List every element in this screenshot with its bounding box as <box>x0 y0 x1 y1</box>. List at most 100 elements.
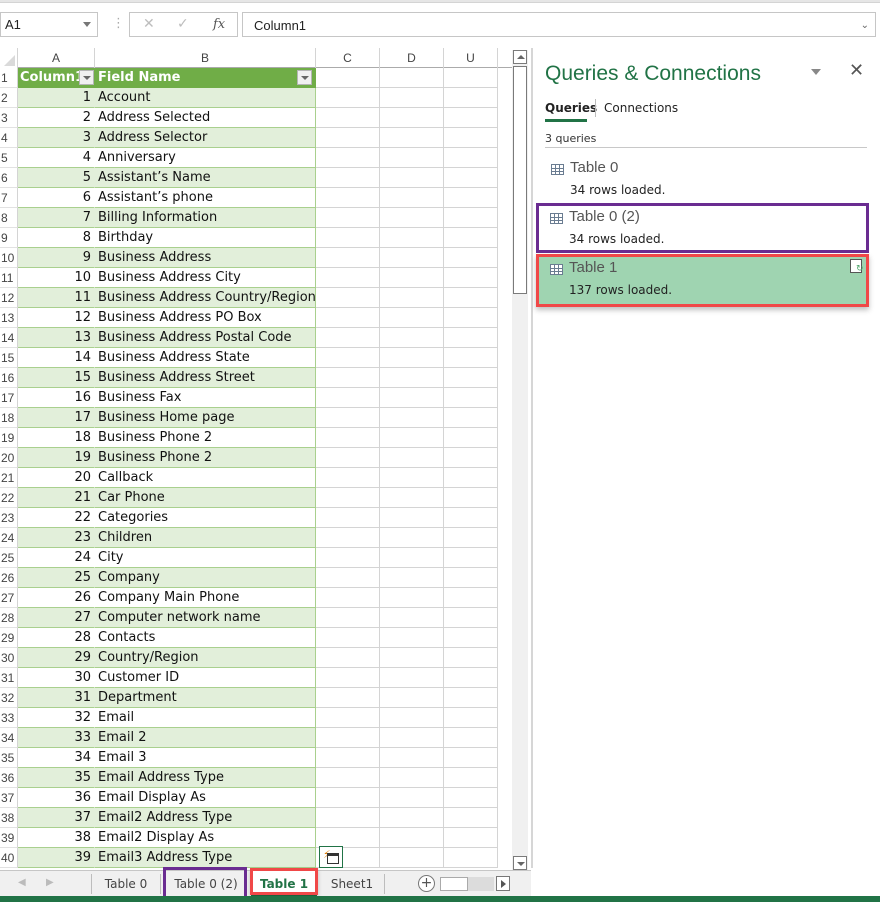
insert-function-icon[interactable]: fx <box>213 17 225 32</box>
cell-c[interactable] <box>316 808 380 828</box>
cell-field-name[interactable]: Business Fax <box>95 388 316 408</box>
cell-u[interactable] <box>444 448 498 468</box>
cell-field-name[interactable]: Business Address Street <box>95 368 316 388</box>
cell-field-name[interactable]: Email 3 <box>95 748 316 768</box>
row-number[interactable]: 12 <box>0 288 18 308</box>
cell-column1[interactable]: 16 <box>18 388 95 408</box>
cell-c[interactable] <box>316 628 380 648</box>
cell-column1[interactable]: 31 <box>18 688 95 708</box>
cell-c[interactable] <box>316 788 380 808</box>
cell-column1[interactable]: 2 <box>18 108 95 128</box>
cancel-icon[interactable]: ✕ <box>143 16 155 32</box>
cell-column1[interactable]: 6 <box>18 188 95 208</box>
cell-d[interactable] <box>380 668 444 688</box>
cell-d[interactable] <box>380 388 444 408</box>
cell-d[interactable] <box>380 308 444 328</box>
row-number[interactable]: 36 <box>0 768 18 788</box>
cell-u[interactable] <box>444 748 498 768</box>
cell-field-name[interactable]: Car Phone <box>95 488 316 508</box>
cell-field-name[interactable]: Email2 Address Type <box>95 808 316 828</box>
cell-d[interactable] <box>380 168 444 188</box>
cell-column1[interactable]: 9 <box>18 248 95 268</box>
cell-d[interactable] <box>380 848 444 868</box>
close-icon[interactable]: ✕ <box>849 60 864 81</box>
cell-field-name[interactable]: Anniversary <box>95 148 316 168</box>
cell-d[interactable] <box>380 688 444 708</box>
cell-d[interactable] <box>380 788 444 808</box>
cell-u[interactable] <box>444 588 498 608</box>
cell-field-name[interactable]: Children <box>95 528 316 548</box>
cell-u[interactable] <box>444 128 498 148</box>
cell-c[interactable] <box>316 108 380 128</box>
row-number[interactable]: 22 <box>0 488 18 508</box>
cell-u[interactable] <box>444 828 498 848</box>
column-header-c[interactable]: C <box>316 48 380 68</box>
cell-column1[interactable]: 23 <box>18 528 95 548</box>
cell-u[interactable] <box>444 548 498 568</box>
scroll-up-button[interactable] <box>513 50 527 64</box>
cell-c[interactable] <box>316 588 380 608</box>
row-number[interactable]: 31 <box>0 668 18 688</box>
cell-u[interactable] <box>444 428 498 448</box>
column-header-d[interactable]: D <box>380 48 444 68</box>
cell-column1[interactable]: 37 <box>18 808 95 828</box>
cell-c[interactable] <box>316 68 380 88</box>
cell-u[interactable] <box>444 388 498 408</box>
cell-c[interactable] <box>316 268 380 288</box>
row-number[interactable]: 11 <box>0 268 18 288</box>
cell-column1[interactable]: 35 <box>18 768 95 788</box>
cell-d[interactable] <box>380 528 444 548</box>
cell-d[interactable] <box>380 768 444 788</box>
cell-field-name[interactable]: Assistant’s Name <box>95 168 316 188</box>
cell-c[interactable] <box>316 828 380 848</box>
cell-d[interactable] <box>380 808 444 828</box>
cell-u[interactable] <box>444 248 498 268</box>
cell-c[interactable] <box>316 528 380 548</box>
row-number[interactable]: 3 <box>0 108 18 128</box>
query-item-selected[interactable]: Table 1 137 rows loaded. <box>536 254 869 307</box>
table-header-field-name[interactable]: Field Name <box>95 68 316 88</box>
cell-field-name[interactable]: Customer ID <box>95 668 316 688</box>
row-number[interactable]: 5 <box>0 148 18 168</box>
cell-c[interactable] <box>316 488 380 508</box>
cell-field-name[interactable]: Billing Information <box>95 208 316 228</box>
cell-column1[interactable]: 22 <box>18 508 95 528</box>
sheet-tab-table-0-2[interactable]: Table 0 (2) <box>164 871 248 897</box>
cell-d[interactable] <box>380 428 444 448</box>
row-number[interactable]: 13 <box>0 308 18 328</box>
cell-u[interactable] <box>444 808 498 828</box>
row-number[interactable]: 17 <box>0 388 18 408</box>
name-box[interactable]: A1 <box>0 12 98 37</box>
cell-d[interactable] <box>380 508 444 528</box>
cell-field-name[interactable]: Contacts <box>95 628 316 648</box>
cell-column1[interactable]: 19 <box>18 448 95 468</box>
quick-analysis-button[interactable]: ⚡ <box>319 846 343 868</box>
chevron-down-icon[interactable] <box>83 22 91 27</box>
cell-d[interactable] <box>380 728 444 748</box>
cell-column1[interactable]: 4 <box>18 148 95 168</box>
cell-c[interactable] <box>316 368 380 388</box>
cell-field-name[interactable]: Email <box>95 708 316 728</box>
column-header-a[interactable]: A <box>18 48 95 68</box>
cell-column1[interactable]: 18 <box>18 428 95 448</box>
next-sheet-icon[interactable]: ▶ <box>46 877 54 888</box>
enter-icon[interactable]: ✓ <box>177 16 189 32</box>
cell-column1[interactable]: 15 <box>18 368 95 388</box>
cell-u[interactable] <box>444 368 498 388</box>
row-number[interactable]: 6 <box>0 168 18 188</box>
cell-field-name[interactable]: Email2 Display As <box>95 828 316 848</box>
cell-field-name[interactable]: Business Address PO Box <box>95 308 316 328</box>
cell-u[interactable] <box>444 628 498 648</box>
row-number[interactable]: 15 <box>0 348 18 368</box>
column-header-b[interactable]: B <box>95 48 316 68</box>
cell-c[interactable] <box>316 688 380 708</box>
vertical-scrollbar[interactable] <box>512 50 528 870</box>
cell-field-name[interactable]: Assistant’s phone <box>95 188 316 208</box>
cell-field-name[interactable]: Business Address <box>95 248 316 268</box>
cell-column1[interactable]: 13 <box>18 328 95 348</box>
cell-u[interactable] <box>444 728 498 748</box>
cell-u[interactable] <box>444 848 498 868</box>
worksheet-grid[interactable]: A B C D U 1 Column1 Field Name 2 1 Account 3 2 A… <box>0 48 512 868</box>
row-number[interactable]: 34 <box>0 728 18 748</box>
cell-field-name[interactable]: Email Address Type <box>95 768 316 788</box>
